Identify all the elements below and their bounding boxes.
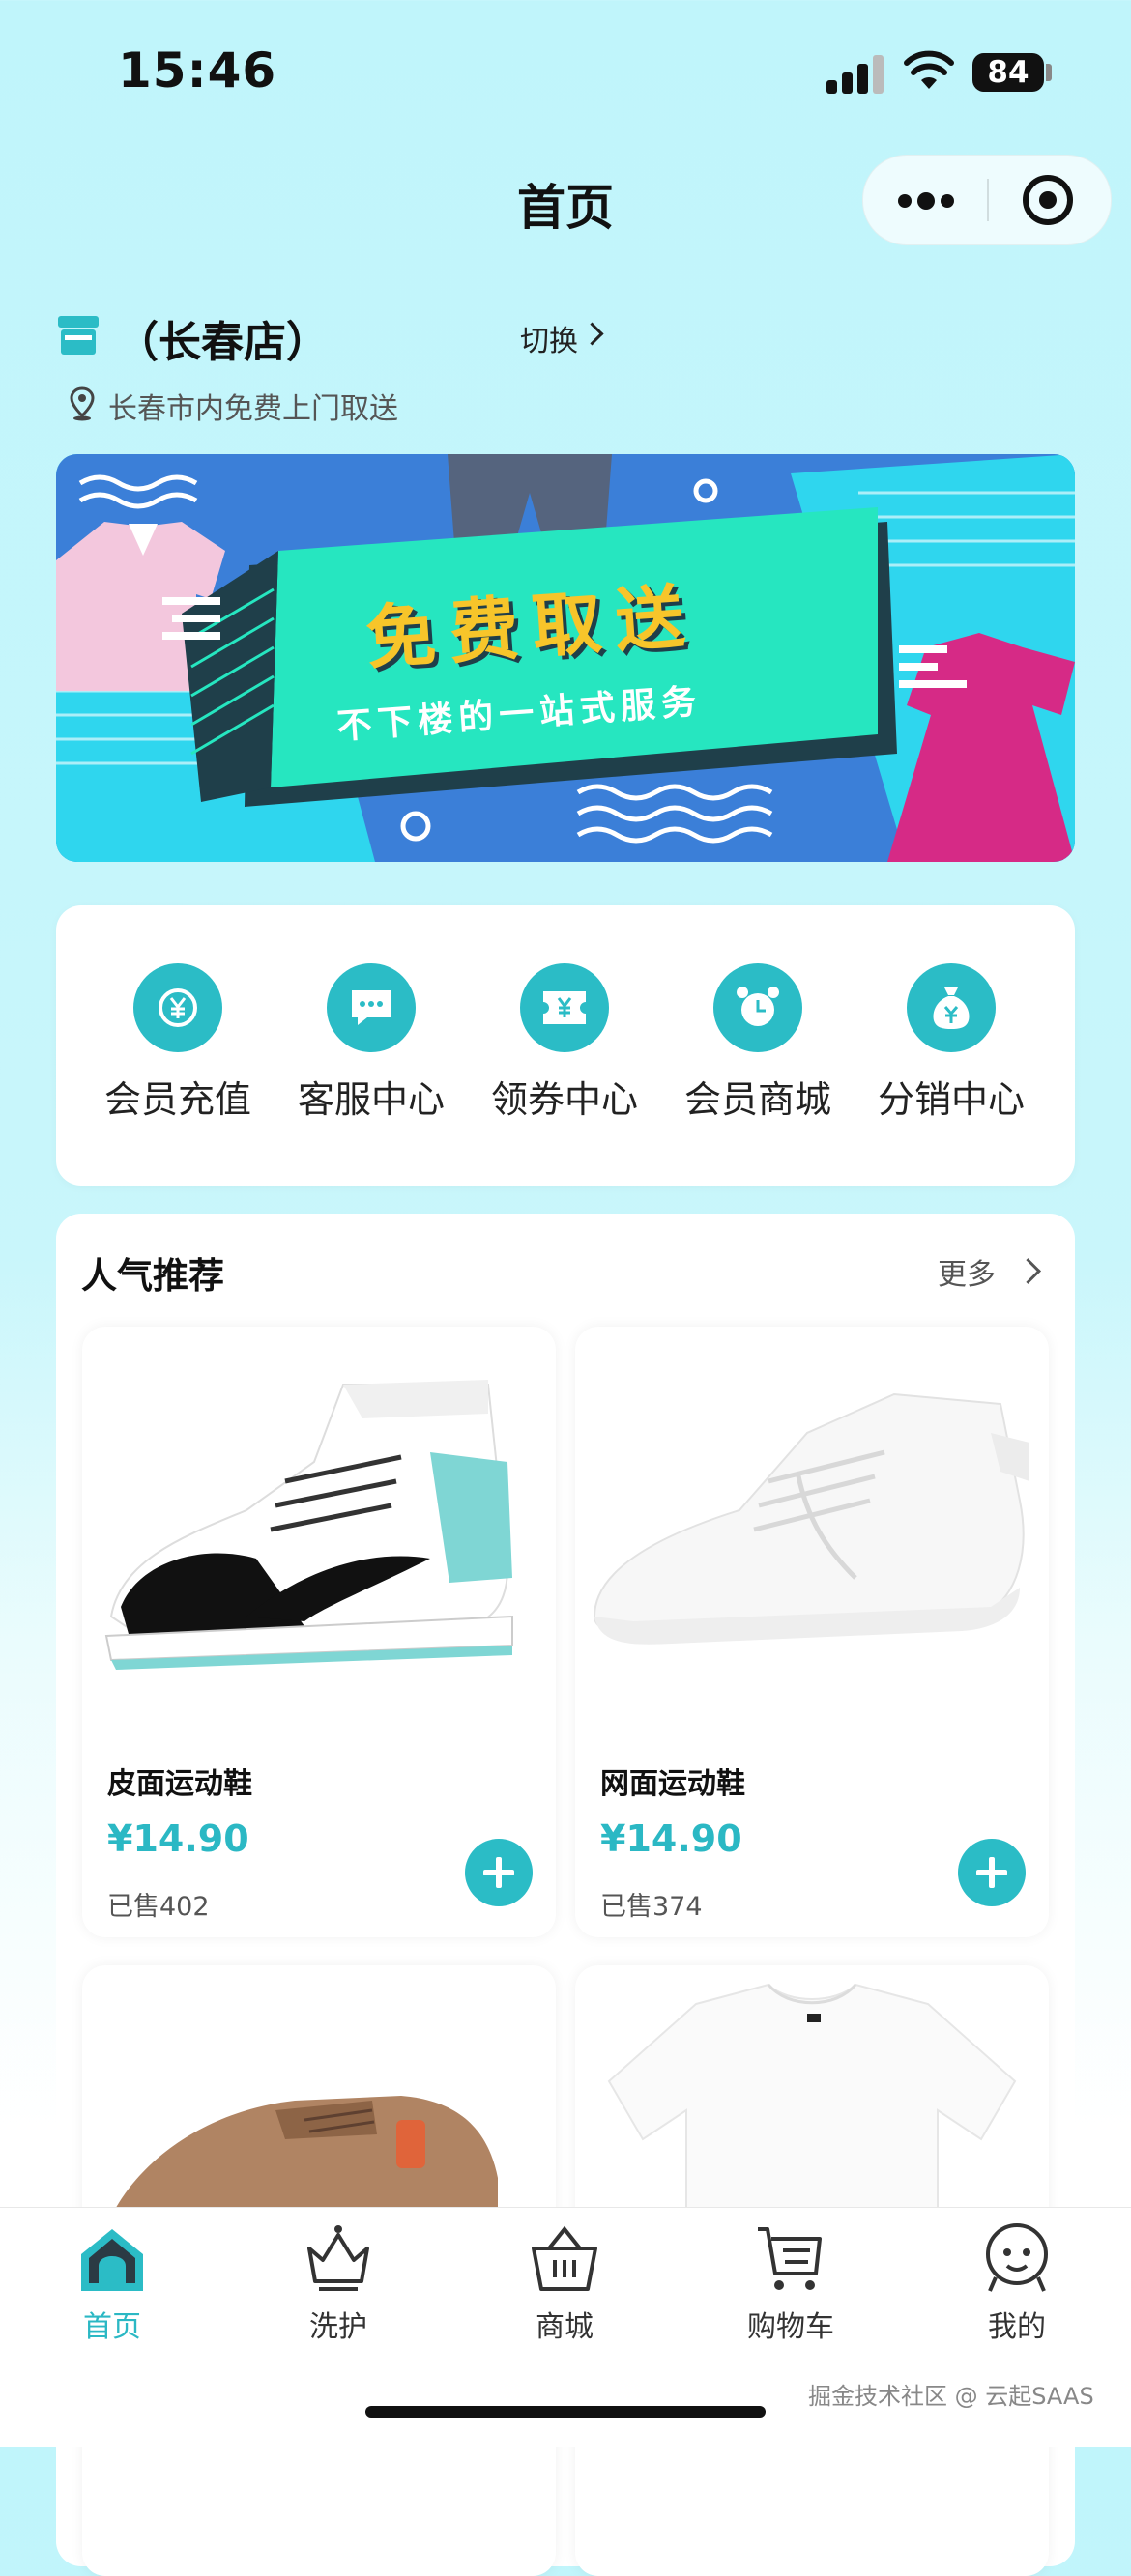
wifi-icon	[904, 50, 954, 89]
chat-icon	[327, 963, 416, 1052]
switch-store-button[interactable]: 切换	[520, 317, 578, 359]
tab-label: 我的	[988, 2310, 1046, 2344]
store-name: （长春店）	[116, 318, 329, 367]
menu-label: 会员充值	[103, 1078, 251, 1121]
crown-icon	[307, 2225, 369, 2291]
alarm-clock-icon	[713, 963, 802, 1052]
menu-coupons[interactable]: 领券中心	[468, 963, 661, 1123]
menu-distribution[interactable]: 分销中心	[855, 963, 1048, 1123]
tab-cart[interactable]: 购物车	[713, 2221, 868, 2345]
cellular-signal-icon	[826, 53, 884, 94]
more-options-icon[interactable]	[898, 192, 956, 210]
coupon-icon	[520, 963, 609, 1052]
sneaker-teal-black-image	[104, 1380, 513, 1670]
store-icon	[58, 316, 99, 355]
tab-wash[interactable]: 洗护	[261, 2221, 416, 2345]
profile-icon	[986, 2223, 1048, 2292]
menu-recharge[interactable]: 会员充值	[81, 963, 275, 1123]
more-link[interactable]: 更多	[938, 1250, 996, 1293]
product-sold-count: 已售374	[600, 1892, 703, 1922]
menu-service[interactable]: 客服中心	[275, 963, 468, 1123]
product-sold-count: 已售402	[107, 1892, 210, 1922]
sneaker-white-knit-image	[593, 1392, 1030, 1645]
menu-label: 领券中心	[490, 1078, 638, 1121]
home-indicator[interactable]	[365, 2406, 766, 2418]
basket-icon	[532, 2225, 597, 2291]
product-price: ¥14.90	[600, 1818, 742, 1860]
product-price: ¥14.90	[107, 1818, 249, 1860]
menu-label: 分销中心	[877, 1078, 1025, 1121]
tab-label: 商城	[536, 2310, 594, 2344]
tab-label: 购物车	[747, 2310, 834, 2344]
money-bag-icon	[907, 963, 996, 1052]
add-to-cart-button[interactable]	[958, 1839, 1026, 1906]
tab-label: 首页	[83, 2310, 141, 2344]
watermark: 掘金技术社区 @ 云起SAAS	[808, 2383, 1094, 2410]
cart-icon	[758, 2227, 822, 2290]
location-pin-icon	[70, 386, 95, 421]
tab-profile[interactable]: 我的	[940, 2221, 1094, 2345]
quick-menu-card: 会员充值 客服中心 领券中心 会员商城 分销中心	[56, 905, 1075, 1186]
tab-home[interactable]: 首页	[35, 2221, 189, 2345]
tab-label: 洗护	[309, 2310, 367, 2344]
product-card[interactable]: 网面运动鞋 ¥14.90 已售374	[575, 1327, 1049, 1937]
product-name: 皮面运动鞋	[107, 1767, 252, 1801]
battery-tip	[1046, 64, 1052, 81]
product-card[interactable]: 皮面运动鞋 ¥14.90 已售402	[82, 1327, 556, 1937]
battery-indicator: 84	[972, 53, 1044, 92]
add-to-cart-button[interactable]	[465, 1839, 533, 1906]
miniprogram-capsule	[862, 155, 1112, 245]
chevron-right-icon	[580, 322, 604, 346]
product-name: 网面运动鞋	[600, 1767, 745, 1801]
capsule-divider	[987, 179, 989, 221]
status-time: 15:46	[118, 43, 277, 99]
close-miniprogram-icon[interactable]	[1023, 175, 1073, 225]
menu-label: 会员商城	[683, 1078, 831, 1121]
promo-banner[interactable]: 免费取送 不下楼的一站式服务	[56, 454, 1075, 862]
section-title: 人气推荐	[81, 1255, 224, 1297]
menu-label: 客服中心	[297, 1078, 445, 1121]
menu-mall[interactable]: 会员商城	[661, 963, 855, 1123]
store-description: 长春市内免费上门取送	[108, 392, 398, 426]
yuan-icon	[133, 963, 222, 1052]
home-icon	[81, 2229, 143, 2291]
tab-mall[interactable]: 商城	[487, 2221, 642, 2345]
